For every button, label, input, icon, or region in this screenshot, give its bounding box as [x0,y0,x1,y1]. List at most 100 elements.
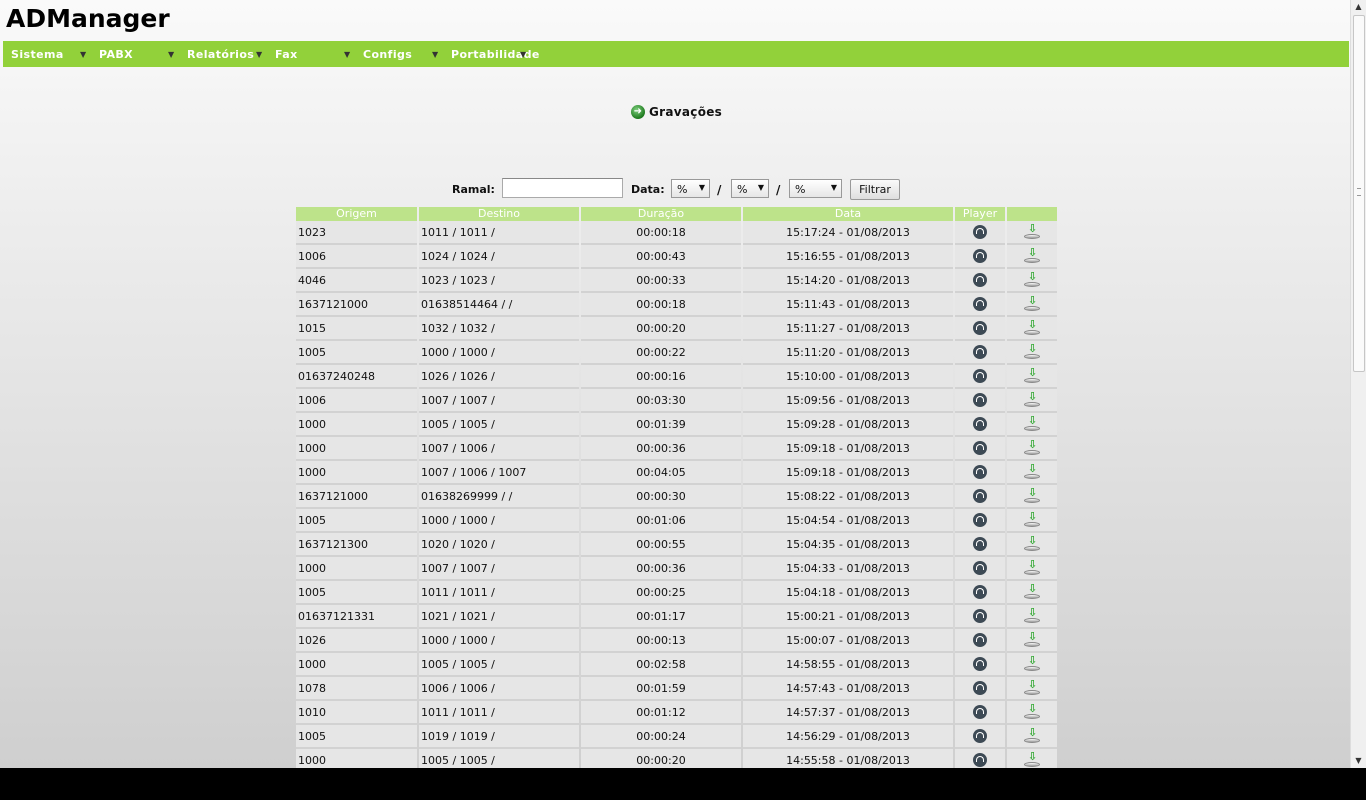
date-separator: / [776,183,781,197]
download-cell: ⇩ [1007,533,1057,557]
download-icon[interactable]: ⇩ [1024,582,1040,600]
headphones-icon[interactable] [973,729,987,743]
download-cell: ⇩ [1007,605,1057,629]
download-icon[interactable]: ⇩ [1024,366,1040,384]
headphones-icon[interactable] [973,465,987,479]
headphones-icon[interactable] [973,273,987,287]
scroll-up-arrow-icon[interactable]: ▲ [1351,0,1366,14]
table-body: 1023 1011 / 1011 /00:00:18 15:17:24 - 01/0… [296,221,1057,768]
origem-cell: 1078 [296,677,417,701]
download-icon[interactable]: ⇩ [1024,414,1040,432]
menu-item-label: Configs [363,48,413,61]
download-icon[interactable]: ⇩ [1024,294,1040,312]
download-icon[interactable]: ⇩ [1024,606,1040,624]
recordings-table: Origem Destino Duração Data Player 1023 1… [294,207,1059,768]
filtrar-button[interactable]: Filtrar [850,179,900,200]
download-icon[interactable]: ⇩ [1024,678,1040,696]
bottom-bar [0,768,1366,800]
scrollbar-thumb[interactable] [1353,15,1365,372]
download-icon[interactable]: ⇩ [1024,630,1040,648]
year-select[interactable]: % ▼ [789,179,842,198]
duracao-cell: 00:00:16 [581,365,741,389]
headphones-icon[interactable] [973,249,987,263]
headphones-icon[interactable] [973,585,987,599]
duracao-cell: 00:00:18 [581,293,741,317]
download-icon[interactable]: ⇩ [1024,654,1040,672]
headphones-icon[interactable] [973,609,987,623]
headphones-icon[interactable] [973,393,987,407]
headphones-icon[interactable] [973,633,987,647]
player-cell [955,221,1005,245]
player-cell [955,437,1005,461]
headphones-icon[interactable] [973,561,987,575]
headphones-icon[interactable] [973,417,987,431]
menu-item-fax[interactable]: Fax ▼ [275,41,357,67]
table-row: 1023 1011 / 1011 /00:00:18 15:17:24 - 01/0… [296,221,1057,245]
download-icon[interactable]: ⇩ [1024,510,1040,528]
download-icon[interactable]: ⇩ [1024,390,1040,408]
player-cell [955,629,1005,653]
headphones-icon[interactable] [973,753,987,767]
headphones-icon[interactable] [973,657,987,671]
download-icon[interactable]: ⇩ [1024,486,1040,504]
menu-item-portabilidade[interactable]: Portabilidade ▼ [451,41,541,67]
download-cell: ⇩ [1007,389,1057,413]
download-icon[interactable]: ⇩ [1024,702,1040,720]
headphones-icon[interactable] [973,489,987,503]
headphones-icon[interactable] [973,225,987,239]
download-icon[interactable]: ⇩ [1024,222,1040,240]
destino-cell: 1032 / 1032 / [419,317,579,341]
headphones-icon[interactable] [973,705,987,719]
menu-item-sistema[interactable]: Sistema ▼ [11,41,93,67]
disk-icon [1024,762,1040,767]
ramal-input[interactable] [502,178,623,198]
column-header-data[interactable]: Data [743,207,953,221]
headphones-icon[interactable] [973,321,987,335]
column-header-origem[interactable]: Origem [296,207,417,221]
download-icon[interactable]: ⇩ [1024,462,1040,480]
download-cell: ⇩ [1007,581,1057,605]
download-icon[interactable]: ⇩ [1024,318,1040,336]
download-cell: ⇩ [1007,461,1057,485]
vertical-scrollbar[interactable]: ▲ ▼ [1350,0,1366,768]
app-title: ADManager [6,4,170,33]
duracao-cell: 00:00:43 [581,245,741,269]
disk-icon [1024,234,1040,239]
headphones-icon[interactable] [973,369,987,383]
menu-item-pabx[interactable]: PABX ▼ [99,41,181,67]
month-select[interactable]: % ▼ [731,179,769,198]
disk-icon [1024,258,1040,263]
duracao-cell: 00:00:24 [581,725,741,749]
column-header-destino[interactable]: Destino [419,207,579,221]
day-select[interactable]: % ▼ [671,179,710,198]
destino-cell: 1011 / 1011 / [419,701,579,725]
download-icon[interactable]: ⇩ [1024,342,1040,360]
download-icon[interactable]: ⇩ [1024,558,1040,576]
origem-cell: 1005 [296,725,417,749]
disk-icon [1024,402,1040,407]
chevron-down-icon: ▼ [80,50,87,59]
download-icon[interactable]: ⇩ [1024,270,1040,288]
player-cell [955,509,1005,533]
download-icon[interactable]: ⇩ [1024,750,1040,768]
download-icon[interactable]: ⇩ [1024,726,1040,744]
headphones-icon[interactable] [973,513,987,527]
duracao-cell: 00:00:22 [581,341,741,365]
menu-item-configs[interactable]: Configs ▼ [363,41,445,67]
scroll-down-arrow-icon[interactable]: ▼ [1351,754,1366,768]
headphones-icon[interactable] [973,345,987,359]
disk-icon [1024,306,1040,311]
headphones-icon[interactable] [973,297,987,311]
headphones-icon[interactable] [973,681,987,695]
column-header-duracao[interactable]: Duração [581,207,741,221]
download-icon[interactable]: ⇩ [1024,534,1040,552]
download-icon[interactable]: ⇩ [1024,438,1040,456]
headphones-icon[interactable] [973,537,987,551]
download-icon[interactable]: ⇩ [1024,246,1040,264]
data-cell: 15:11:20 - 01/08/2013 [743,341,953,365]
table-row: 1015 1032 / 1032 /00:00:20 15:11:27 - 01/0… [296,317,1057,341]
origem-cell: 1005 [296,581,417,605]
headphones-icon[interactable] [973,441,987,455]
table-row: 1005 1000 / 1000 /00:01:06 15:04:54 - 01/0… [296,509,1057,533]
menu-item-relatorios[interactable]: Relatórios ▼ [187,41,269,67]
